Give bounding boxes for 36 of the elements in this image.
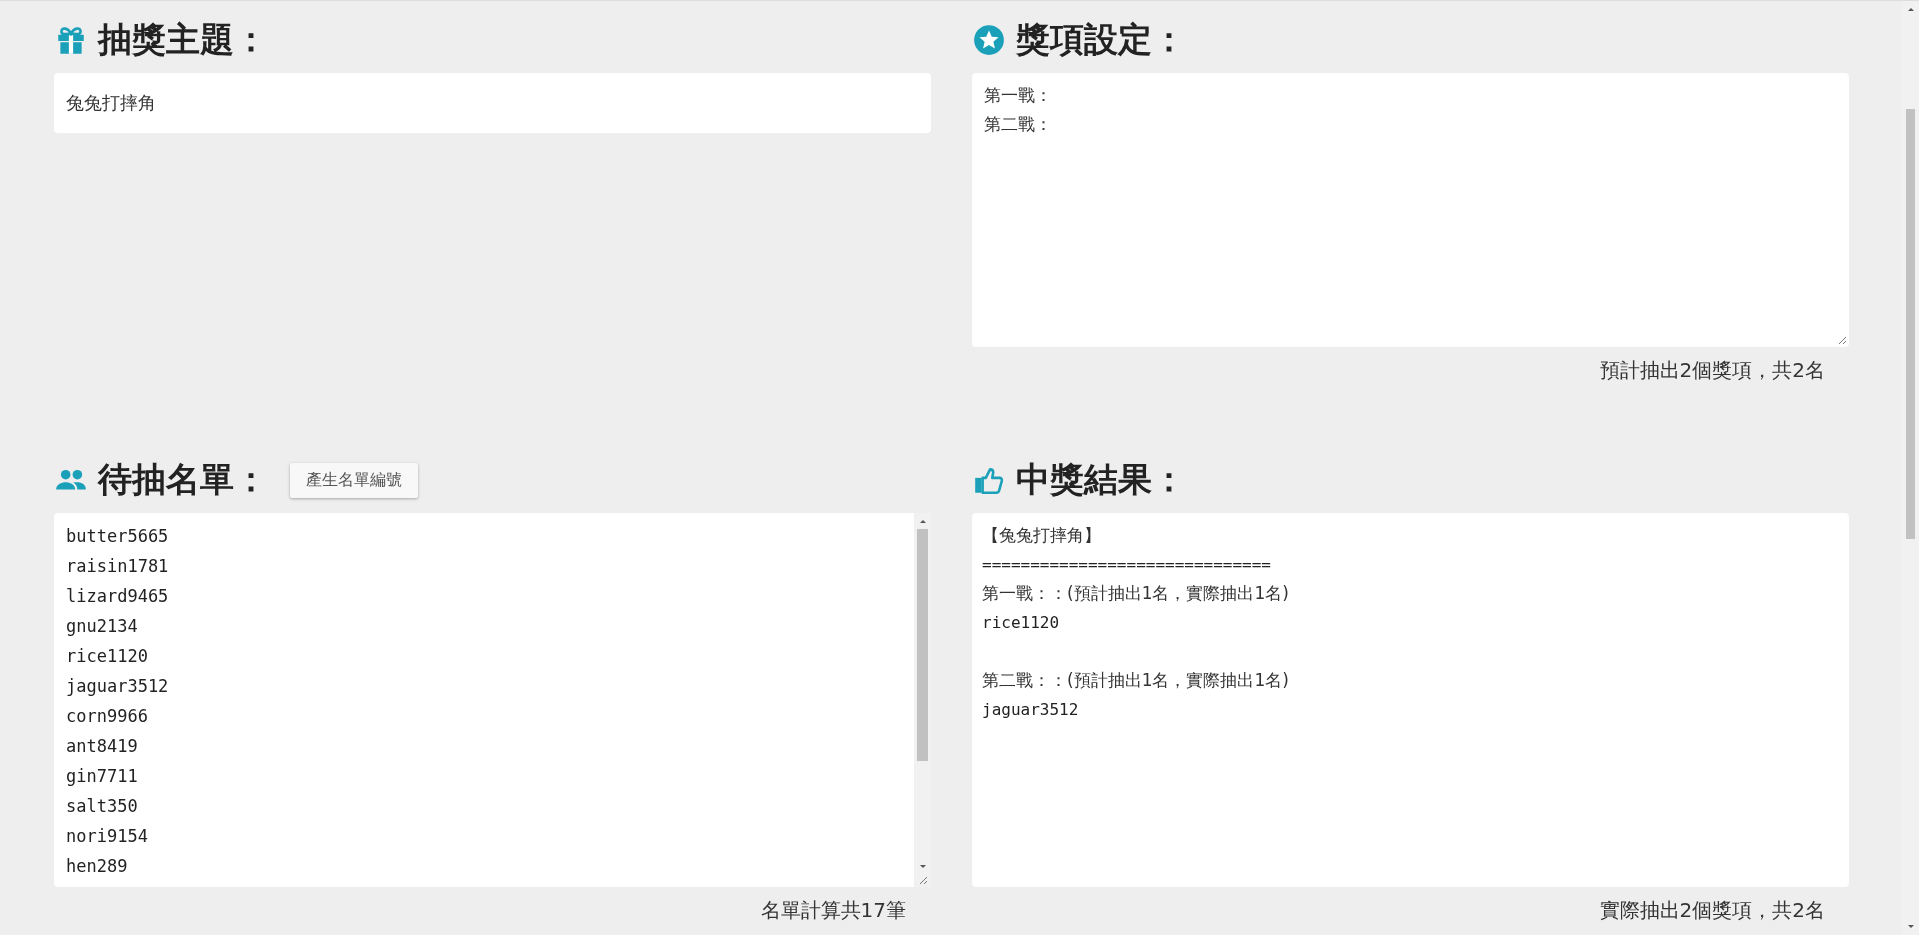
prize-line: 第一戰：	[984, 84, 1053, 107]
entrant-name: gin7711	[66, 765, 139, 788]
prize-result-label: 第二戰：：(預計抽出1名，實際抽出1名)	[982, 669, 1290, 692]
result-title: 【兔兔打摔角】	[982, 524, 1102, 547]
entrant-name: butter5665	[66, 525, 170, 548]
results-field[interactable]: 【兔兔打摔角】 ============================== 第一戰：：(預計抽出1名，實際抽出1名) rice1120 第二戰：：(預計抽出1名，實際抽出1名) jaguar3512	[972, 513, 1849, 887]
section-heading: 抽獎主題：	[98, 18, 268, 61]
scrollbar-thumb[interactable]	[1906, 109, 1915, 539]
section-heading: 獎項設定：	[1016, 18, 1186, 61]
summary-text: 實際抽出2個獎項，共2名	[1599, 897, 1825, 924]
entrant-name: corn9966	[66, 705, 149, 728]
scrollbar-thumb[interactable]	[917, 529, 928, 761]
entrant-name: jaguar3512	[66, 675, 170, 698]
entrant-name: rice1120	[66, 645, 149, 668]
entrant-name: nori9154	[66, 825, 149, 848]
resize-grip-icon	[1837, 335, 1847, 345]
topic-field[interactable]: 兔兔打摔角	[54, 73, 931, 133]
section-heading: 中獎結果：	[1016, 458, 1186, 501]
summary-text: 預計抽出2個獎項，共2名	[1599, 357, 1825, 384]
separator-line: ==============================	[982, 554, 1272, 576]
winner-name: jaguar3512	[982, 699, 1080, 721]
entrant-list-field[interactable]: butter5665 raisin1781 lizard9465 gnu2134 rice1120 jaguar3512 corn9966 ant8419 gin7711 salt350 nori9154 hen289	[54, 513, 931, 887]
entrant-name: gnu2134	[66, 615, 139, 638]
section-heading: 待抽名單：	[98, 458, 268, 501]
winner-name: rice1120	[982, 612, 1061, 634]
resize-grip-icon[interactable]	[917, 875, 928, 885]
entrant-name: lizard9465	[66, 585, 170, 608]
prize-result-label: 第一戰：：(預計抽出1名，實際抽出1名)	[982, 582, 1290, 605]
entrant-name: salt350	[66, 795, 139, 818]
entrant-name: hen289	[66, 855, 129, 878]
entrant-name: ant8419	[66, 735, 139, 758]
generate-numbers-button[interactable]: 產生名單編號	[290, 462, 418, 498]
prize-settings-field[interactable]: 第一戰： 第二戰：	[972, 73, 1849, 347]
entrant-name: raisin1781	[66, 555, 170, 578]
summary-text: 名單計算共17筆	[760, 897, 906, 924]
prize-line: 第二戰：	[984, 113, 1053, 136]
